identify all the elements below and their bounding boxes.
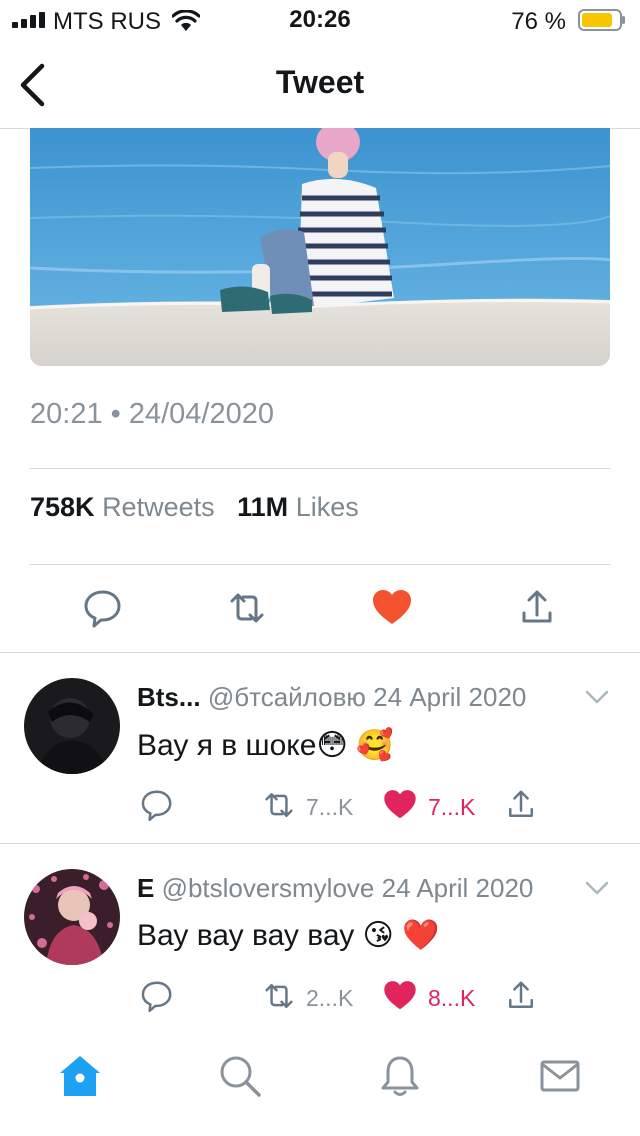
reply-header: E @btsloversmylove 24 April 2020 [137, 873, 533, 904]
chevron-down-icon[interactable] [584, 875, 610, 901]
like-heart-icon[interactable] [381, 977, 419, 1015]
like-label[interactable]: Likes [296, 492, 359, 522]
tweet-media-image[interactable] [30, 128, 610, 366]
retweet-icon[interactable] [260, 786, 298, 824]
like-heart-icon[interactable] [369, 585, 415, 631]
search-icon[interactable] [217, 1053, 263, 1099]
notifications-bell-icon[interactable] [377, 1053, 423, 1099]
battery-icon [578, 9, 625, 31]
reply-text: Вау вау вау вау 😘 ❤️ [137, 919, 440, 952]
retweet-count: 758K [30, 492, 95, 522]
reply-icon[interactable] [80, 585, 126, 631]
like-heart-icon[interactable] [381, 786, 419, 824]
messages-envelope-icon[interactable] [537, 1053, 583, 1099]
avatar[interactable] [24, 869, 120, 965]
status-bar: MTS RUS 20:26 76 % [0, 0, 640, 40]
avatar-image [24, 869, 120, 965]
reply-author-name[interactable]: E [137, 873, 154, 903]
like-count: 7...K [428, 794, 476, 820]
reply-divider [0, 843, 640, 844]
reply-date: 24 April 2020 [381, 873, 534, 903]
reply-icon[interactable] [138, 786, 176, 824]
beach-photo-illustration [30, 128, 610, 366]
share-icon[interactable] [502, 786, 540, 824]
share-icon[interactable] [502, 977, 540, 1015]
reply-header: Bts... @бтсайловю 24 April 2020 [137, 682, 526, 713]
reply-author-handle[interactable]: @бтсайловю [208, 682, 366, 712]
tab-bar [0, 1035, 640, 1136]
actions-divider [0, 652, 640, 653]
retweet-label[interactable]: Retweets [102, 492, 215, 522]
stats-divider [30, 564, 610, 565]
page-title: Tweet [275, 64, 365, 100]
reply-date: 24 April 2020 [373, 682, 527, 712]
like-count: 11M [237, 492, 289, 522]
reply-text: Вау я в шоке😳 🥰 [137, 729, 394, 762]
retweet-count: 2...K [306, 985, 354, 1011]
tweet-timestamp: 20:21 • 24/04/2020 [30, 398, 274, 430]
like-count: 8...K [428, 985, 476, 1011]
avatar-image [24, 678, 120, 774]
chevron-down-icon[interactable] [584, 684, 610, 710]
retweet-count: 7...K [306, 794, 354, 820]
reply-author-name[interactable]: Bts... [137, 682, 201, 712]
reply-icon[interactable] [138, 977, 176, 1015]
home-icon[interactable] [57, 1053, 103, 1099]
avatar[interactable] [24, 678, 120, 774]
meta-divider [30, 468, 610, 469]
reply-author-handle[interactable]: @btsloversmylove [162, 873, 375, 903]
battery-percent: 76 % [511, 8, 566, 35]
share-icon[interactable] [514, 585, 560, 631]
retweet-icon[interactable] [260, 977, 298, 1015]
retweet-icon[interactable] [224, 585, 270, 631]
tweet-stats: 758K Retweets 11M Likes [30, 492, 359, 523]
